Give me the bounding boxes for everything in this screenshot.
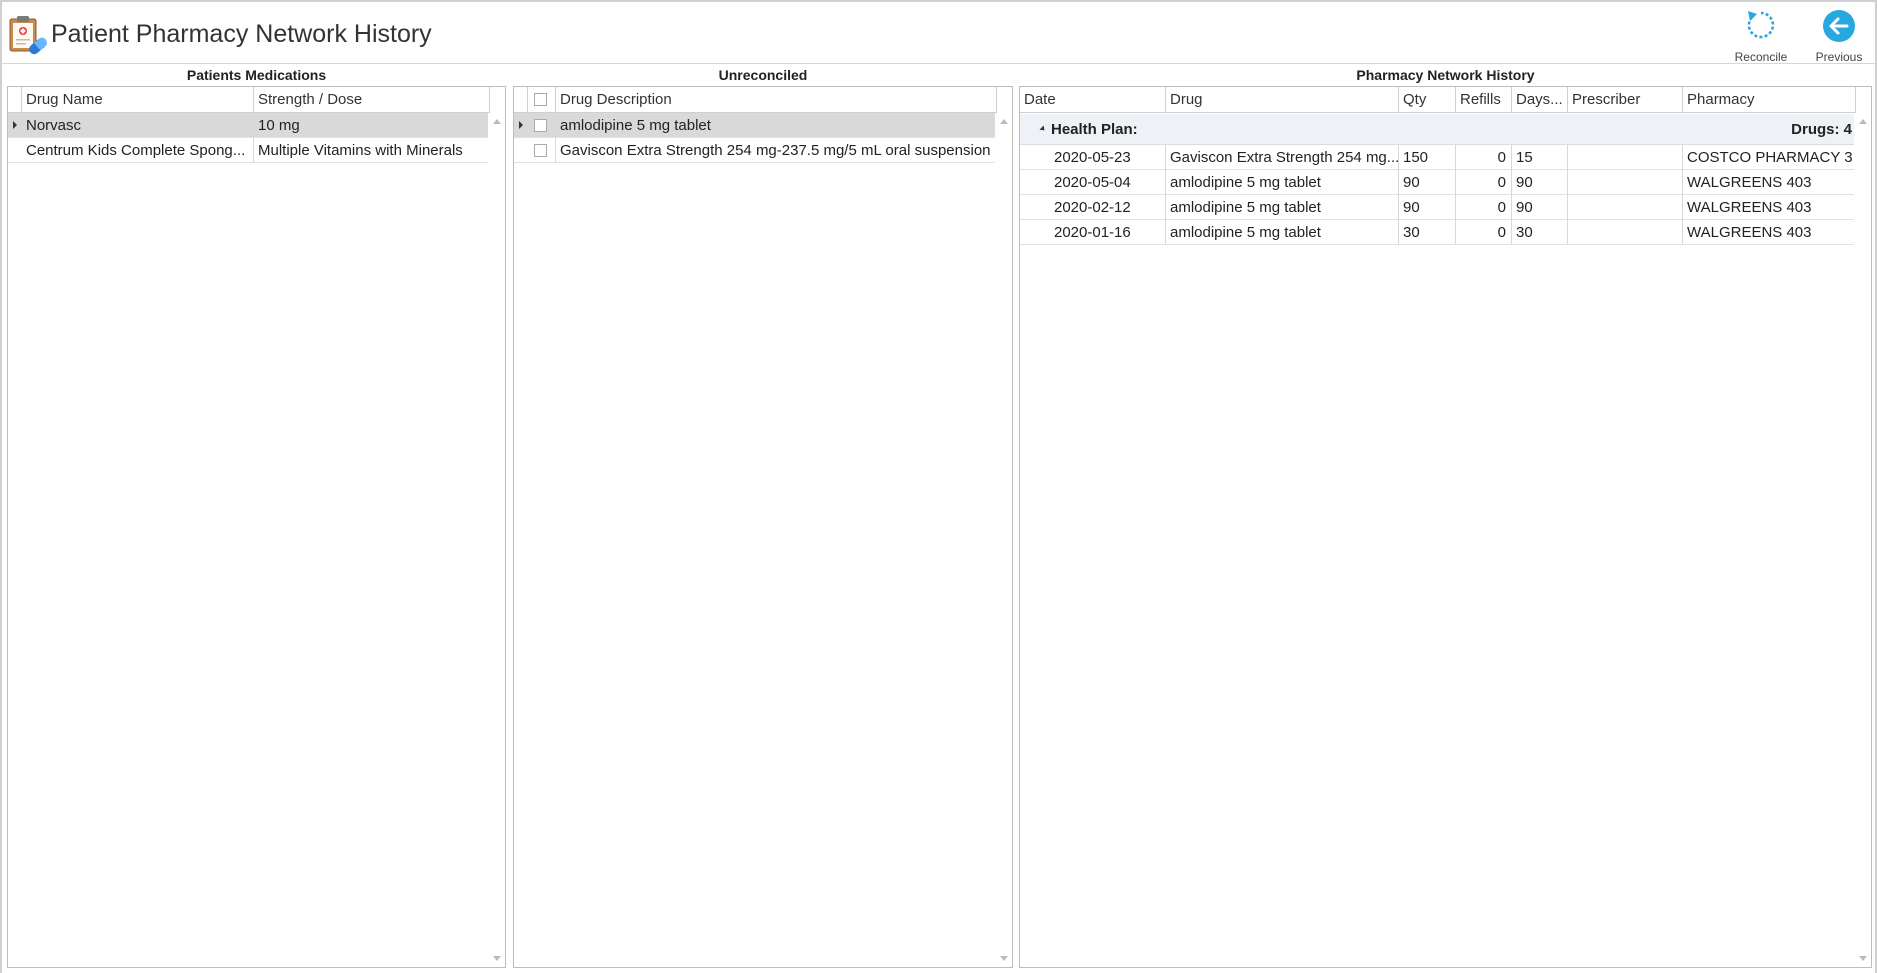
refills-cell: 0 <box>1456 220 1512 245</box>
reconcile-button[interactable]: Reconcile <box>1721 8 1801 64</box>
row-indicator <box>514 113 528 138</box>
days-cell: 90 <box>1512 195 1568 220</box>
drug-description-cell: amlodipine 5 mg tablet <box>556 113 997 138</box>
scroll-up-icon[interactable] <box>1000 119 1008 124</box>
table-row[interactable]: amlodipine 5 mg tablet <box>514 113 997 138</box>
row-pointer-icon <box>519 121 523 129</box>
col-strength-dose[interactable]: Strength / Dose <box>254 87 490 113</box>
previous-label: Previous <box>1815 50 1863 64</box>
unreconciled-grid-header: Drug Description <box>514 87 997 113</box>
col-drug-description[interactable]: Drug Description <box>556 87 997 113</box>
page-title: Patient Pharmacy Network History <box>51 20 432 48</box>
col-drug-name[interactable]: Drug Name <box>22 87 254 113</box>
qty-cell: 30 <box>1399 220 1456 245</box>
back-arrow-icon <box>1823 10 1855 42</box>
scroll-down-icon[interactable] <box>1859 956 1867 961</box>
table-row[interactable]: 2020-05-04 amlodipine 5 mg tablet 90 0 9… <box>1020 170 1856 195</box>
row-pointer-icon <box>13 121 17 129</box>
row-checkbox[interactable] <box>534 144 547 157</box>
days-cell: 90 <box>1512 170 1568 195</box>
col-refills[interactable]: Refills <box>1456 87 1512 113</box>
row-checkbox[interactable] <box>534 119 547 132</box>
drug-name-cell: Centrum Kids Complete Spong... <box>22 138 254 163</box>
date-cell: 2020-05-04 <box>1020 170 1166 195</box>
previous-button[interactable]: Previous <box>1799 8 1877 64</box>
app-window: Patient Pharmacy Network History Reconci… <box>0 0 1877 973</box>
drug-cell: amlodipine 5 mg tablet <box>1166 195 1399 220</box>
scroll-up-icon[interactable] <box>1859 119 1867 124</box>
scroll-down-icon[interactable] <box>1000 956 1008 961</box>
history-grid: Date Drug Qty Refills Days... Prescriber… <box>1019 86 1872 968</box>
history-grid-header: Date Drug Qty Refills Days... Prescriber… <box>1020 87 1856 113</box>
col-pharmacy[interactable]: Pharmacy <box>1683 87 1856 113</box>
scroll-down-icon[interactable] <box>493 956 501 961</box>
history-panel-title: Pharmacy Network History <box>1356 67 1535 83</box>
group-count: Drugs: 4 <box>1791 121 1852 138</box>
prescriber-cell <box>1568 145 1683 170</box>
collapse-group-icon[interactable] <box>1039 125 1047 133</box>
unreconciled-scrollbar[interactable] <box>995 113 1012 967</box>
unreconciled-grid: Drug Description amlodipine 5 mg tablet … <box>513 86 1013 968</box>
pharmacy-cell: WALGREENS 403 <box>1683 195 1856 220</box>
days-cell: 15 <box>1512 145 1568 170</box>
table-row[interactable]: Centrum Kids Complete Spong... Multiple … <box>8 138 490 163</box>
refills-cell: 0 <box>1456 145 1512 170</box>
col-drug[interactable]: Drug <box>1166 87 1399 113</box>
col-date[interactable]: Date <box>1020 87 1166 113</box>
clipboard-pill-icon <box>9 16 47 55</box>
table-row[interactable]: 2020-05-23 Gaviscon Extra Strength 254 m… <box>1020 145 1856 170</box>
header-bar: Patient Pharmacy Network History Reconci… <box>2 2 1875 64</box>
date-cell: 2020-01-16 <box>1020 220 1166 245</box>
col-qty[interactable]: Qty <box>1399 87 1456 113</box>
reconcile-icon <box>1747 11 1775 39</box>
drug-cell: amlodipine 5 mg tablet <box>1166 170 1399 195</box>
checkbox-cell <box>528 113 556 138</box>
qty-cell: 90 <box>1399 170 1456 195</box>
group-label: Health Plan: <box>1051 121 1138 138</box>
meds-scrollbar[interactable] <box>488 113 505 967</box>
row-indicator-header <box>514 87 528 113</box>
meds-grid: Drug Name Strength / Dose Norvasc 10 mg … <box>7 86 506 968</box>
group-row-health-plan[interactable]: Health Plan: Drugs: 4 <box>1020 114 1856 145</box>
prescriber-cell <box>1568 170 1683 195</box>
dose-cell: 10 mg <box>254 113 490 138</box>
table-row[interactable]: 2020-02-12 amlodipine 5 mg tablet 90 0 9… <box>1020 195 1856 220</box>
refills-cell: 0 <box>1456 195 1512 220</box>
dose-cell: Multiple Vitamins with Minerals <box>254 138 490 163</box>
unreconciled-panel-title: Unreconciled <box>718 67 808 83</box>
checkbox-cell <box>528 138 556 163</box>
select-all-checkbox[interactable] <box>534 93 547 106</box>
pharmacy-cell: WALGREENS 403 <box>1683 220 1856 245</box>
row-indicator <box>8 113 22 138</box>
prescriber-cell <box>1568 195 1683 220</box>
qty-cell: 150 <box>1399 145 1456 170</box>
scroll-up-icon[interactable] <box>493 119 501 124</box>
pharmacy-cell: WALGREENS 403 <box>1683 170 1856 195</box>
date-cell: 2020-02-12 <box>1020 195 1166 220</box>
qty-cell: 90 <box>1399 195 1456 220</box>
pharmacy-cell: COSTCO PHARMACY 3... <box>1683 145 1856 170</box>
drug-description-cell: Gaviscon Extra Strength 254 mg-237.5 mg/… <box>556 138 997 163</box>
col-prescriber[interactable]: Prescriber <box>1568 87 1683 113</box>
table-row[interactable]: 2020-01-16 amlodipine 5 mg tablet 30 0 3… <box>1020 220 1856 245</box>
table-row[interactable]: Norvasc 10 mg <box>8 113 490 138</box>
days-cell: 30 <box>1512 220 1568 245</box>
drug-cell: Gaviscon Extra Strength 254 mg... <box>1166 145 1399 170</box>
prescriber-cell <box>1568 220 1683 245</box>
meds-grid-header: Drug Name Strength / Dose <box>8 87 490 113</box>
date-cell: 2020-05-23 <box>1020 145 1166 170</box>
drug-name-cell: Norvasc <box>22 113 254 138</box>
drug-cell: amlodipine 5 mg tablet <box>1166 220 1399 245</box>
history-scrollbar[interactable] <box>1854 113 1871 967</box>
select-all-cell <box>528 87 556 113</box>
table-row[interactable]: Gaviscon Extra Strength 254 mg-237.5 mg/… <box>514 138 997 163</box>
refills-cell: 0 <box>1456 170 1512 195</box>
col-days[interactable]: Days... <box>1512 87 1568 113</box>
row-indicator-header <box>8 87 22 113</box>
reconcile-label: Reconcile <box>1734 50 1788 64</box>
meds-panel-title: Patients Medications <box>186 67 327 83</box>
